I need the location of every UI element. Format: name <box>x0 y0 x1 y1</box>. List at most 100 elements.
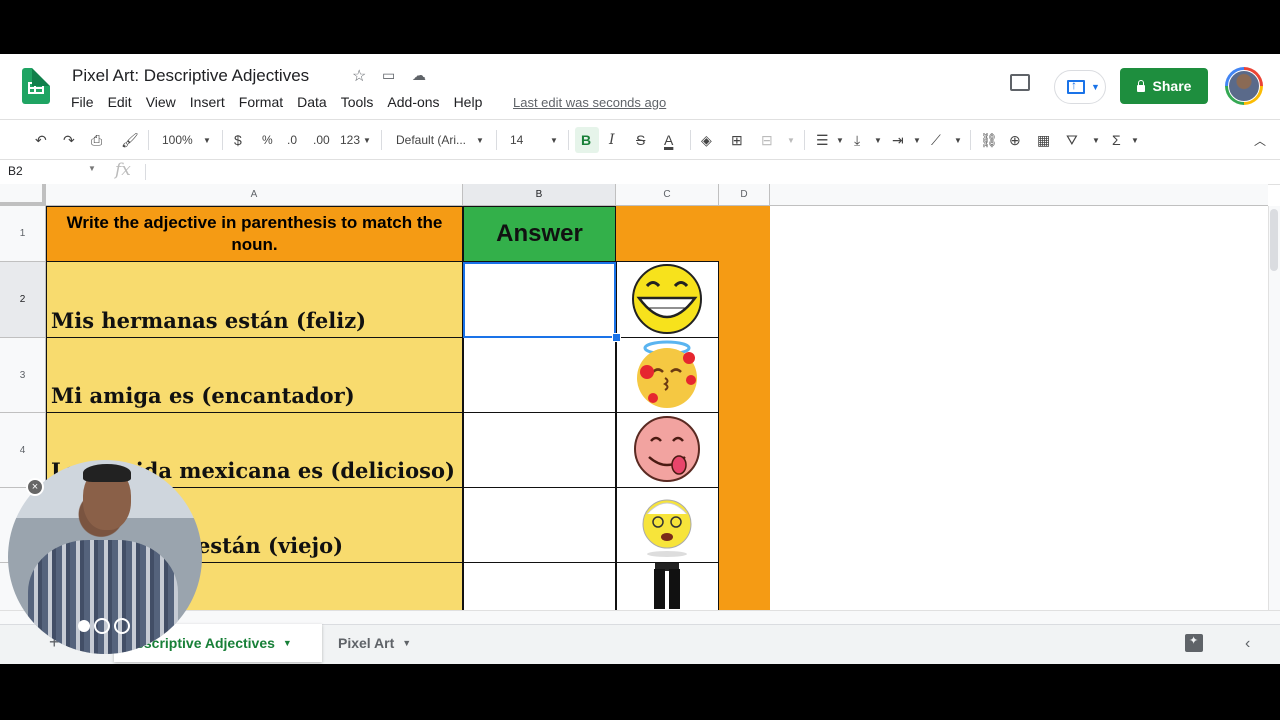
sentence-cell-a3[interactable]: Mi amiga es (encantador) <box>46 337 463 413</box>
column-header-c[interactable]: C <box>616 184 719 206</box>
undo-icon[interactable]: ↶ <box>35 120 47 160</box>
answer-cell-b3[interactable] <box>463 337 616 413</box>
cloud-status-icon[interactable]: ☁ <box>412 67 426 84</box>
column-header-empty <box>770 184 1268 206</box>
webcam-size-small-icon[interactable] <box>78 620 90 632</box>
zoom-dropdown-icon[interactable]: ▼ <box>203 120 211 160</box>
present-button[interactable]: ▼ <box>1054 70 1106 104</box>
font-family-select[interactable]: Default (Ari... <box>396 120 466 160</box>
font-size-dropdown-icon[interactable]: ▼ <box>550 120 558 160</box>
increase-decimal-button[interactable]: .00 <box>313 120 330 160</box>
functions-button[interactable]: Σ <box>1112 120 1121 160</box>
header-cell-a1[interactable]: Write the adjective in parenthesis to ma… <box>46 206 463 262</box>
active-cell-selection <box>463 262 616 338</box>
sentence-cell-a2[interactable]: Mis hermanas están (feliz) <box>46 261 463 338</box>
menu-edit[interactable]: Edit <box>108 94 132 110</box>
insert-chart-icon[interactable]: ▦ <box>1037 120 1050 160</box>
redo-icon[interactable]: ↷ <box>63 120 75 160</box>
comment-history-icon[interactable] <box>1010 74 1030 91</box>
column-header-a[interactable]: A <box>46 184 463 206</box>
bold-button[interactable]: B <box>581 120 591 160</box>
filter-icon[interactable]: ⛛ <box>1066 120 1078 160</box>
emoji-cell-c4[interactable] <box>616 412 719 488</box>
tab-dropdown-icon[interactable]: ▼ <box>283 638 292 648</box>
functions-dropdown-icon[interactable]: ▼ <box>1131 120 1139 160</box>
emoji-cell-c2[interactable] <box>616 261 719 338</box>
text-rotation-icon[interactable]: ⟋ <box>931 120 941 160</box>
share-label: Share <box>1152 78 1192 94</box>
row-header-2[interactable]: 2 <box>0 262 46 338</box>
document-title[interactable]: Pixel Art: Descriptive Adjectives <box>72 66 309 86</box>
webcam-size-large-icon[interactable] <box>114 618 130 634</box>
lock-icon <box>1136 79 1145 92</box>
text-color-button[interactable]: A <box>664 120 673 160</box>
webcam-size-medium-icon[interactable] <box>94 618 110 634</box>
font-dropdown-icon[interactable]: ▼ <box>476 120 484 160</box>
rotation-dropdown-icon[interactable]: ▼ <box>954 120 962 160</box>
more-formats-button[interactable]: 123 <box>340 120 360 160</box>
menu-view[interactable]: View <box>146 94 176 110</box>
name-box-dropdown-icon[interactable]: ▼ <box>88 164 96 173</box>
paint-format-icon[interactable]: 🖌 <box>121 120 139 160</box>
explore-icon[interactable] <box>1185 634 1203 652</box>
decrease-decimal-button[interactable]: .0 <box>287 120 297 160</box>
move-folder-icon[interactable]: ▭ <box>382 67 395 84</box>
row-header-4[interactable]: 4 <box>0 413 46 488</box>
menu-tools[interactable]: Tools <box>341 94 374 110</box>
menu-format[interactable]: Format <box>239 94 283 110</box>
share-button[interactable]: Share <box>1120 68 1208 104</box>
zoom-select[interactable]: 100% <box>162 120 193 160</box>
print-icon[interactable]: ⎙ <box>91 120 102 160</box>
currency-format-button[interactable]: $ <box>234 120 242 160</box>
fill-color-icon[interactable]: ◈ <box>701 120 712 160</box>
webcam-close-icon[interactable]: × <box>26 478 44 496</box>
column-header-b[interactable]: B <box>463 184 616 206</box>
merge-dropdown-icon[interactable]: ▼ <box>787 120 795 160</box>
menu-file[interactable]: File <box>71 94 94 110</box>
webcam-size-controls <box>78 618 130 634</box>
wrap-dropdown-icon[interactable]: ▼ <box>913 120 921 160</box>
percent-format-button[interactable]: % <box>262 120 273 160</box>
menu-addons[interactable]: Add-ons <box>387 94 439 110</box>
menu-insert[interactable]: Insert <box>190 94 225 110</box>
last-edit-link[interactable]: Last edit was seconds ago <box>513 95 666 110</box>
column-header-d[interactable]: D <box>719 184 770 206</box>
vertical-scrollbar[interactable] <box>1268 206 1280 664</box>
italic-button[interactable]: I <box>609 120 615 160</box>
more-formats-dropdown-icon[interactable]: ▼ <box>363 120 371 160</box>
chevron-left-icon[interactable]: ‹ <box>1245 635 1250 653</box>
insert-link-icon[interactable]: ⛓ <box>980 120 998 160</box>
borders-icon[interactable]: ⊞ <box>731 120 743 160</box>
insert-comment-icon[interactable]: ⊕ <box>1009 120 1021 160</box>
tab2-dropdown-icon[interactable]: ▼ <box>402 638 411 648</box>
filter-dropdown-icon[interactable]: ▼ <box>1092 120 1100 160</box>
halign-dropdown-icon[interactable]: ▼ <box>836 120 844 160</box>
select-all-corner[interactable] <box>0 184 46 206</box>
answer-cell-b4[interactable] <box>463 412 616 488</box>
vertical-align-icon[interactable]: ⤓ <box>854 120 860 160</box>
text-wrapping-icon[interactable]: ⇥ <box>892 120 904 160</box>
fill-handle[interactable] <box>612 333 621 342</box>
header-cell-b1[interactable]: Answer <box>463 206 616 262</box>
menu-help[interactable]: Help <box>454 94 483 110</box>
name-box[interactable]: B2 <box>8 164 23 178</box>
horizontal-scrollbar[interactable] <box>0 610 1280 625</box>
valign-dropdown-icon[interactable]: ▼ <box>874 120 882 160</box>
font-size-select[interactable]: 14 <box>510 120 523 160</box>
star-icon[interactable]: ☆ <box>352 66 366 86</box>
sheets-logo-icon[interactable] <box>22 68 50 104</box>
tab-label-second: Pixel Art <box>338 635 395 651</box>
answer-cell-b5[interactable] <box>463 487 616 563</box>
row-header-3[interactable]: 3 <box>0 338 46 413</box>
horizontal-align-icon[interactable]: ☰ <box>816 120 829 160</box>
emoji-cell-c3[interactable] <box>616 337 719 413</box>
merge-cells-icon[interactable]: ⊟ <box>761 120 773 160</box>
collapse-menus-icon[interactable]: ︿ <box>1254 120 1266 160</box>
account-avatar[interactable] <box>1225 67 1263 105</box>
row-header-1[interactable]: 1 <box>0 206 46 262</box>
vertical-scroll-thumb[interactable] <box>1270 209 1278 271</box>
emoji-cell-c5[interactable] <box>616 487 719 563</box>
tab-pixel-art[interactable]: Pixel Art ▼ <box>338 624 411 662</box>
menu-data[interactable]: Data <box>297 94 327 110</box>
strikethrough-button[interactable]: S <box>636 120 645 160</box>
